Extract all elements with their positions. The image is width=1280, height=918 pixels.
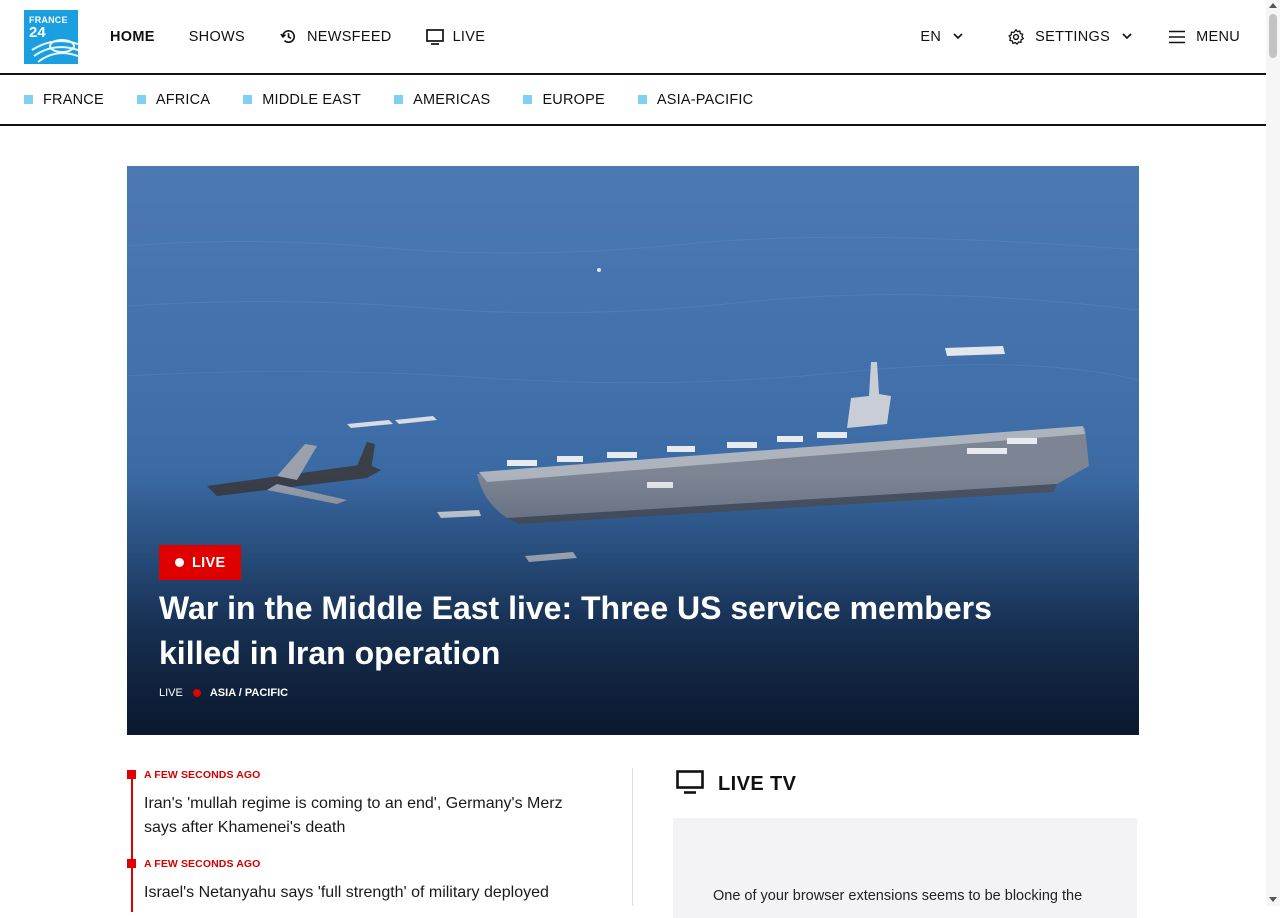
language-select[interactable]: EN bbox=[920, 29, 963, 45]
live-tv-player[interactable]: One of your browser extensions seems to … bbox=[673, 818, 1137, 918]
feed-headline[interactable]: Iran's 'mullah regime is coming to an en… bbox=[144, 792, 594, 840]
region-americas[interactable]: AMERICAS bbox=[394, 92, 490, 108]
monitor-icon bbox=[425, 28, 444, 45]
live-dot-icon bbox=[175, 558, 184, 567]
page-scrollbar[interactable] bbox=[1266, 0, 1280, 906]
feed-timeline bbox=[131, 772, 133, 912]
hero-meta-live: LIVE bbox=[159, 687, 183, 699]
hero-category-link[interactable]: ASIA / PACIFIC bbox=[210, 687, 288, 699]
region-label: ASIA-PACIFIC bbox=[656, 91, 754, 108]
scroll-up-arrow-icon[interactable] bbox=[1269, 3, 1277, 8]
chevron-down-icon bbox=[1122, 33, 1132, 40]
language-label: EN bbox=[920, 28, 942, 45]
settings-label: SETTINGS bbox=[1035, 28, 1111, 45]
main-nav: HOME SHOWS NEWSFEED LIVE bbox=[110, 0, 519, 73]
hero-title[interactable]: War in the Middle East live: Three US se… bbox=[159, 586, 1059, 676]
feed-headline[interactable]: Israel's Netanyahu says 'full strength' … bbox=[144, 881, 594, 905]
timeline-marker bbox=[127, 859, 136, 868]
gear-icon bbox=[1007, 28, 1025, 46]
hero-meta: LIVE ASIA / PACIFIC bbox=[159, 687, 288, 699]
region-label: MIDDLE EAST bbox=[262, 91, 362, 108]
hero-article[interactable]: LIVE War in the Middle East live: Three … bbox=[127, 166, 1139, 735]
region-label: AMERICAS bbox=[413, 91, 491, 108]
scroll-thumb[interactable] bbox=[1269, 14, 1277, 58]
region-label: AFRICA bbox=[155, 91, 211, 108]
history-icon bbox=[279, 27, 298, 46]
region-square-icon bbox=[136, 95, 146, 104]
settings-dropdown[interactable]: SETTINGS bbox=[1007, 28, 1132, 46]
newsfeed-list: A FEW SECONDS AGO Iran's 'mullah regime … bbox=[127, 768, 597, 912]
chevron-down-icon bbox=[953, 33, 963, 40]
logo-text-24: 24 bbox=[29, 24, 46, 41]
menu-button[interactable]: MENU bbox=[1168, 29, 1240, 45]
hamburger-icon bbox=[1168, 30, 1186, 44]
timeline-marker bbox=[127, 770, 136, 779]
tv-icon bbox=[676, 770, 704, 799]
france24-logo[interactable]: FRANCE 24 bbox=[24, 10, 78, 64]
region-label: EUROPE bbox=[542, 91, 605, 108]
live-tv-header: LIVE TV bbox=[676, 770, 796, 799]
red-dot-icon bbox=[192, 689, 201, 697]
region-label: FRANCE bbox=[43, 91, 104, 108]
live-badge: LIVE bbox=[159, 545, 242, 580]
live-tv-title: LIVE TV bbox=[718, 773, 797, 795]
menu-label: MENU bbox=[1196, 28, 1240, 45]
top-header: FRANCE 24 HOME SHOWS NEWSFEED LIVE EN SE… bbox=[0, 0, 1266, 75]
region-nav: FRANCE AFRICA MIDDLE EAST AMERICAS EUROP… bbox=[0, 75, 1266, 126]
nav-shows[interactable]: SHOWS bbox=[189, 29, 245, 45]
region-square-icon bbox=[24, 95, 33, 104]
nav-newsfeed[interactable]: NEWSFEED bbox=[279, 27, 392, 46]
right-nav: EN SETTINGS MENU bbox=[920, 0, 1240, 73]
feed-time: A FEW SECONDS AGO bbox=[144, 858, 261, 870]
feed-time: A FEW SECONDS AGO bbox=[144, 769, 261, 781]
column-divider bbox=[632, 768, 633, 906]
nav-newsfeed-label: NEWSFEED bbox=[306, 28, 392, 45]
adblock-message: One of your browser extensions seems to … bbox=[713, 888, 1083, 904]
nav-home[interactable]: HOME bbox=[110, 29, 155, 45]
region-france[interactable]: FRANCE bbox=[24, 92, 104, 108]
region-square-icon bbox=[523, 95, 533, 104]
nav-live[interactable]: LIVE bbox=[425, 28, 486, 45]
nav-live-label: LIVE bbox=[452, 28, 486, 45]
scroll-down-arrow-icon[interactable] bbox=[1269, 897, 1277, 902]
region-square-icon bbox=[637, 95, 647, 104]
live-badge-label: LIVE bbox=[192, 554, 226, 571]
region-middle-east[interactable]: MIDDLE EAST bbox=[243, 92, 361, 108]
region-asia-pacific[interactable]: ASIA-PACIFIC bbox=[637, 91, 754, 108]
region-europe[interactable]: EUROPE bbox=[523, 91, 605, 108]
region-africa[interactable]: AFRICA bbox=[136, 91, 211, 108]
region-square-icon bbox=[394, 95, 404, 104]
region-square-icon bbox=[243, 95, 253, 104]
